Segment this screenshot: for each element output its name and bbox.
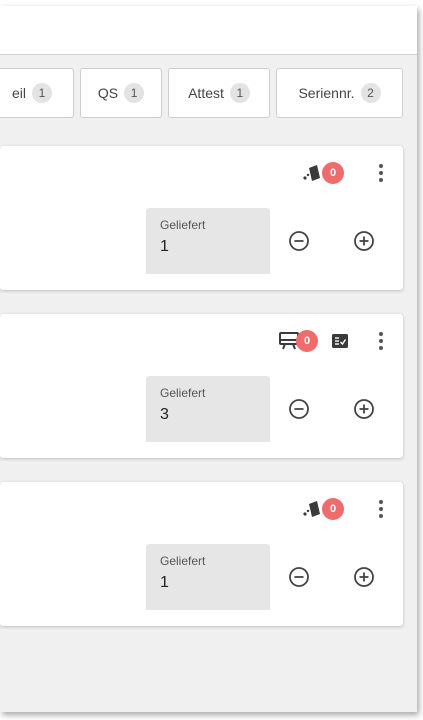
checklist-icon[interactable] [330,331,350,351]
count-badge: 0 [322,498,344,520]
tab-partial[interactable]: eil 1 [0,68,74,118]
item-card: 0 Geliefert 3 [0,314,403,458]
minus-circle-icon [289,399,309,419]
card-status: 0 [278,330,350,352]
delivered-label: Geliefert [160,218,206,232]
count-badge: 0 [296,330,318,352]
delivered-label: Geliefert [160,554,206,568]
tab-count-badge: 1 [229,83,250,103]
app-window: eil 1 QS 1 Attest 1 Seriennr. 2 0 Gelief… [0,6,417,712]
tab-count-badge: 1 [32,83,52,103]
delivered-value[interactable]: 1 [160,574,270,592]
decrement-button[interactable] [288,398,310,420]
delivered-field[interactable]: Geliefert 1 [146,544,270,610]
tab-label: Attest [188,85,224,101]
tab-attest[interactable]: Attest 1 [168,68,270,118]
top-bar [0,6,417,55]
more-options-icon[interactable] [373,497,389,521]
item-card: 0 Geliefert 1 [0,482,403,626]
card-status: 0 [300,162,344,184]
decrement-button[interactable] [288,566,310,588]
item-card: 0 Geliefert 1 [0,146,403,290]
minus-circle-icon [289,567,309,587]
decrement-button[interactable] [288,230,310,252]
plus-circle-icon [354,567,374,587]
increment-button[interactable] [353,566,375,588]
count-badge: 0 [322,162,344,184]
delivered-value[interactable]: 3 [160,406,270,424]
tab-label: eil [11,85,26,101]
increment-button[interactable] [353,398,375,420]
delivered-field[interactable]: Geliefert 1 [146,208,270,274]
tab-label: QS [97,85,119,101]
plus-circle-icon [354,399,374,419]
tab-seriennr[interactable]: Seriennr. 2 [276,68,403,118]
minus-circle-icon [289,231,309,251]
tab-qs[interactable]: QS 1 [80,68,162,118]
tab-count-badge: 1 [124,83,145,103]
increment-button[interactable] [353,230,375,252]
more-options-icon[interactable] [373,161,389,185]
tab-count-badge: 2 [360,83,381,103]
tab-label: Seriennr. [298,85,355,101]
delivered-label: Geliefert [160,386,206,400]
card-status: 0 [300,498,344,520]
delivered-field[interactable]: Geliefert 3 [146,376,270,442]
tab-bar: eil 1 QS 1 Attest 1 Seriennr. 2 [0,68,417,120]
delivered-value[interactable]: 1 [160,238,270,256]
plus-circle-icon [354,231,374,251]
more-options-icon[interactable] [373,329,389,353]
